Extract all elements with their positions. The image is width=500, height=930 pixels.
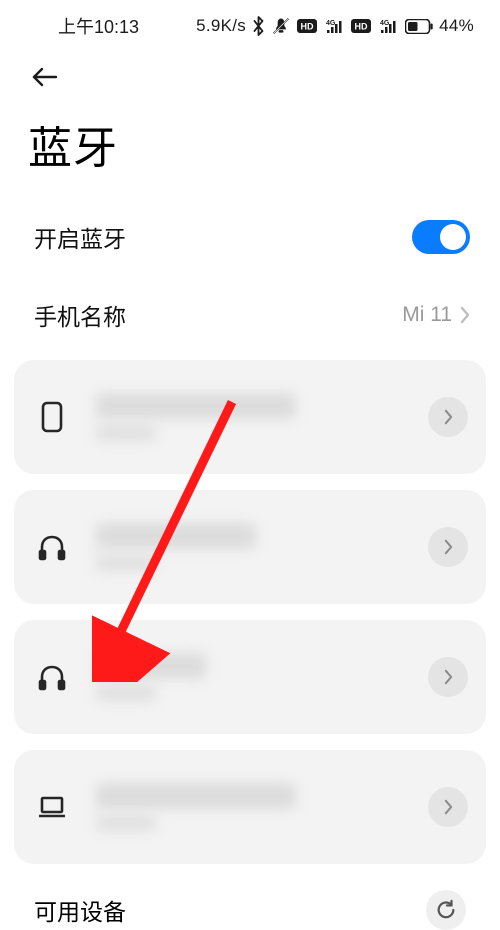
hd-badge-icon-2: HD [351, 19, 371, 33]
status-net-speed: 5.9K/s [196, 16, 246, 36]
device-sub-redacted [96, 815, 156, 831]
device-name-redacted [96, 523, 256, 549]
bluetooth-toggle[interactable] [412, 220, 470, 254]
signal-4g-icon-2: 4G [377, 18, 399, 34]
paired-device-item[interactable] [14, 620, 486, 734]
svg-text:4G: 4G [380, 20, 390, 27]
svg-text:4G: 4G [326, 20, 336, 27]
available-devices-label: 可用设备 [34, 893, 126, 927]
laptop-icon [32, 795, 72, 819]
svg-text:HD: HD [355, 22, 368, 32]
back-button[interactable] [30, 65, 60, 89]
headphones-icon [32, 663, 72, 691]
bluetooth-icon [252, 16, 265, 36]
device-sub-redacted [96, 555, 156, 571]
device-details-button[interactable] [428, 397, 468, 437]
paired-devices-list [0, 354, 500, 864]
refresh-button[interactable] [426, 890, 466, 930]
paired-device-item[interactable] [14, 750, 486, 864]
page-title: 蓝牙 [0, 102, 500, 198]
device-details-button[interactable] [428, 787, 468, 827]
device-name-redacted [96, 783, 296, 809]
status-battery-pct: 44% [439, 16, 474, 36]
chevron-right-icon [460, 306, 470, 324]
battery-icon [405, 19, 433, 34]
phone-name-label: 手机名称 [34, 298, 126, 332]
phone-name-row[interactable]: 手机名称 Mi 11 [0, 276, 500, 354]
status-bar: 上午10:13 5.9K/s HD 4G [0, 0, 500, 52]
device-details-button[interactable] [428, 527, 468, 567]
paired-device-item[interactable] [14, 490, 486, 604]
device-sub-redacted [96, 685, 156, 701]
mute-icon [271, 16, 291, 36]
enable-bluetooth-row[interactable]: 开启蓝牙 [0, 198, 500, 276]
paired-device-item[interactable] [14, 360, 486, 474]
device-name-redacted [96, 653, 206, 679]
hd-badge-icon-1: HD [297, 19, 317, 33]
available-devices-header: 可用设备 [0, 864, 500, 930]
device-name-redacted [96, 393, 296, 419]
signal-4g-icon-1: 4G [323, 18, 345, 34]
status-time: 上午10:13 [58, 13, 139, 39]
headphones-icon [32, 533, 72, 561]
status-right-cluster: 5.9K/s HD 4G [196, 16, 474, 36]
phone-name-value: Mi 11 [402, 303, 452, 327]
device-sub-redacted [96, 425, 156, 441]
device-details-button[interactable] [428, 657, 468, 697]
phone-outline-icon [32, 401, 72, 433]
svg-text:HD: HD [301, 22, 314, 32]
enable-bluetooth-label: 开启蓝牙 [34, 220, 126, 254]
